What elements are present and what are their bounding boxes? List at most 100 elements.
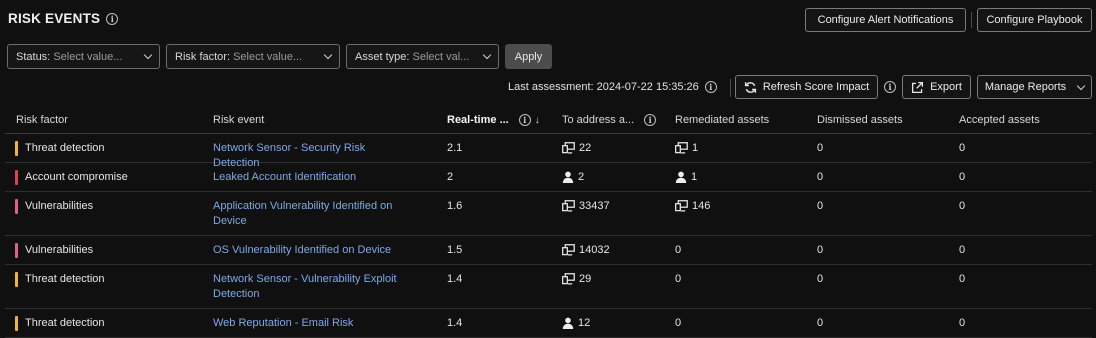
export-button[interactable]: Export (902, 75, 971, 99)
risk-factor-cell: Vulnerabilities (25, 244, 94, 256)
risk-factor-color-bar (15, 243, 18, 258)
column-header-to-address[interactable]: To address a... i (562, 114, 657, 126)
dismissed-cell[interactable]: 0 (817, 244, 823, 256)
to-address-cell-value: 29 (579, 273, 592, 285)
table-row[interactable]: Vulnerabilities OS Vulnerability Identifi… (5, 236, 1092, 265)
asset-type-filter-placeholder: Select val... (412, 50, 470, 63)
page-title: RISK EVENTS (8, 11, 101, 26)
configure-playbook-button[interactable]: Configure Playbook (977, 8, 1092, 32)
table-row[interactable]: Account compromise Leaked Account Identif… (5, 163, 1092, 192)
risk-events-table: Risk factor Risk event Real-time ... i ↓… (5, 108, 1092, 338)
accepted-cell[interactable]: 0 (959, 200, 965, 212)
risk-factor-filter-label: Risk factor: (175, 50, 231, 63)
risk-factor-color-bar (15, 316, 18, 331)
remediated-cell-value: 1 (691, 171, 698, 183)
risk-factor-color-bar (15, 170, 18, 185)
column-header-risk-event[interactable]: Risk event (213, 114, 264, 126)
remediated-cell-value: 0 (675, 244, 682, 256)
table-body: Threat detection Network Sensor - Securit… (5, 134, 1092, 338)
device-icon (562, 142, 575, 154)
accepted-cell[interactable]: 0 (959, 317, 965, 329)
accepted-cell[interactable]: 0 (959, 171, 965, 183)
chevron-down-icon (482, 50, 492, 60)
risk-event-link[interactable]: Web Reputation - Email Risk (213, 316, 413, 331)
column-header-realtime[interactable]: Real-time ... i ↓ (447, 114, 540, 126)
sort-descending-icon[interactable]: ↓ (535, 115, 540, 126)
dismissed-cell[interactable]: 0 (817, 200, 823, 212)
device-icon (675, 142, 688, 154)
info-icon[interactable]: i (704, 81, 717, 93)
to-address-cell[interactable]: 22 (562, 142, 591, 154)
remediated-cell-value: 146 (692, 200, 711, 212)
to-address-cell[interactable]: 29 (562, 273, 591, 285)
remediated-cell[interactable]: 0 (675, 273, 681, 285)
realtime-score-cell: 1.4 (447, 317, 463, 329)
table-row[interactable]: Threat detection Network Sensor - Securit… (5, 134, 1092, 169)
column-header-risk-factor[interactable]: Risk factor (16, 114, 68, 126)
refresh-score-impact-label: Refresh Score Impact (762, 81, 870, 93)
table-row[interactable]: Threat detection Network Sensor - Vulnera… (5, 265, 1092, 309)
device-icon (675, 200, 688, 212)
accepted-cell[interactable]: 0 (959, 142, 965, 154)
dismissed-cell[interactable]: 0 (817, 317, 823, 329)
column-header-dismissed[interactable]: Dismissed assets (817, 114, 903, 126)
risk-factor-cell: Threat detection (25, 273, 105, 285)
configure-alert-notifications-button[interactable]: Configure Alert Notifications (805, 8, 966, 32)
last-assessment: Last assessment: 2024-07-22 15:35:26 i (508, 81, 717, 93)
remediated-cell[interactable]: 0 (675, 244, 681, 256)
risk-factor-cell: Vulnerabilities (25, 200, 94, 212)
device-icon (562, 244, 575, 256)
to-address-cell-value: 33437 (579, 200, 610, 212)
to-address-cell[interactable]: 14032 (562, 244, 610, 256)
to-address-cell-value: 12 (578, 317, 591, 329)
column-header-accepted[interactable]: Accepted assets (959, 114, 1040, 126)
risk-event-link[interactable]: Leaked Account Identification (213, 170, 413, 185)
info-icon[interactable]: i (106, 12, 119, 25)
accepted-cell[interactable]: 0 (959, 244, 965, 256)
realtime-score-cell: 1.6 (447, 200, 463, 212)
remediated-cell-value: 0 (675, 273, 682, 285)
apply-button[interactable]: Apply (505, 44, 552, 69)
dismissed-cell[interactable]: 0 (817, 142, 823, 154)
to-address-cell[interactable]: 33437 (562, 200, 610, 212)
column-header-remediated[interactable]: Remediated assets (675, 114, 769, 126)
remediated-cell[interactable]: 0 (675, 317, 681, 329)
manage-reports-button[interactable]: Manage Reports (977, 75, 1092, 99)
export-label: Export (930, 81, 962, 93)
info-icon[interactable]: i (644, 114, 657, 126)
risk-factor-color-bar (15, 272, 18, 287)
table-row[interactable]: Vulnerabilities Application Vulnerability… (5, 192, 1092, 236)
realtime-score-cell: 2.1 (447, 142, 463, 154)
to-address-cell[interactable]: 12 (562, 317, 590, 329)
risk-event-link[interactable]: Application Vulnerability Identified on … (213, 199, 413, 229)
to-address-cell-value: 2 (578, 171, 585, 183)
risk-event-link[interactable]: Network Sensor - Vulnerability Exploit D… (213, 272, 413, 302)
chevron-down-icon (143, 50, 153, 60)
risk-factor-color-bar (15, 141, 18, 156)
user-icon (562, 317, 574, 329)
risk-factor-cell: Account compromise (25, 171, 128, 183)
info-icon[interactable]: i (518, 114, 531, 126)
dismissed-cell[interactable]: 0 (817, 273, 823, 285)
divider (971, 12, 972, 28)
remediated-cell[interactable]: 1 (675, 171, 697, 183)
info-icon[interactable]: i (884, 81, 896, 93)
risk-event-link[interactable]: OS Vulnerability Identified on Device (213, 243, 413, 258)
device-icon (562, 273, 575, 285)
accepted-cell[interactable]: 0 (959, 273, 965, 285)
risk-factor-filter-dropdown[interactable]: Risk factor: Select value... (166, 44, 340, 69)
last-assessment-text: Last assessment: 2024-07-22 15:35:26 (508, 81, 699, 93)
realtime-score-cell: 1.5 (447, 244, 463, 256)
to-address-cell-value: 22 (579, 142, 592, 154)
asset-type-filter-dropdown[interactable]: Asset type: Select val... (346, 44, 499, 69)
chevron-down-icon (323, 50, 333, 60)
user-icon (562, 171, 574, 183)
to-address-cell[interactable]: 2 (562, 171, 584, 183)
refresh-score-impact-button[interactable]: Refresh Score Impact (735, 75, 878, 99)
column-header-to-address-label: To address a... (562, 114, 635, 126)
remediated-cell[interactable]: 146 (675, 200, 710, 212)
dismissed-cell[interactable]: 0 (817, 171, 823, 183)
table-row[interactable]: Threat detection Web Reputation - Email R… (5, 309, 1092, 338)
remediated-cell[interactable]: 1 (675, 142, 698, 154)
status-filter-dropdown[interactable]: Status: Select value... (7, 44, 160, 69)
